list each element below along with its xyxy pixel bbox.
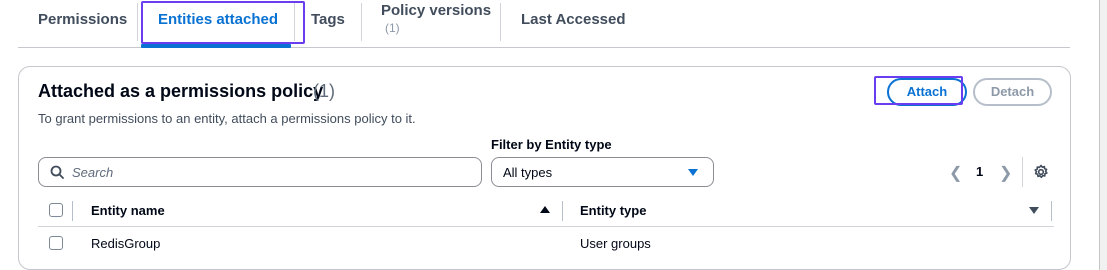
- search-icon: [50, 165, 64, 179]
- chevron-left-icon[interactable]: ❮: [949, 163, 962, 183]
- entity-name-cell: RedisGroup: [91, 236, 161, 251]
- card-count: (1): [313, 81, 335, 101]
- search-placeholder: Search: [72, 165, 114, 180]
- sort-ascending-icon[interactable]: [540, 206, 550, 213]
- column-header-entity-name[interactable]: Entity name: [91, 203, 165, 218]
- tab-permissions-label: Permissions: [38, 11, 128, 28]
- tab-policy-versions[interactable]: Policy versions (1): [363, 0, 499, 47]
- tab-divider: [137, 3, 138, 41]
- entity-type-cell: User groups: [580, 236, 651, 251]
- row-checkbox[interactable]: [49, 236, 63, 250]
- search-input[interactable]: Search: [38, 157, 482, 187]
- column-divider: [72, 201, 73, 221]
- tab-last-accessed[interactable]: Last Accessed: [503, 0, 626, 47]
- active-tab-indicator: [141, 44, 291, 48]
- scrollbar[interactable]: [1099, 0, 1107, 270]
- tab-last-accessed-label: Last Accessed: [521, 11, 626, 28]
- tab-divider: [361, 3, 362, 41]
- filter-entity-type-label: Filter by Entity type: [491, 137, 612, 152]
- highlight-box: [874, 76, 963, 105]
- tab-policy-versions-label: Policy versions: [381, 2, 492, 19]
- select-all-checkbox[interactable]: [49, 203, 63, 217]
- table-header: Entity name Entity type: [38, 195, 1054, 227]
- caret-down-icon: [688, 169, 698, 176]
- pager-divider: [1022, 157, 1023, 187]
- table-row[interactable]: RedisGroup User groups: [38, 227, 1054, 261]
- tab-divider: [500, 3, 501, 41]
- chevron-right-icon[interactable]: ❯: [999, 163, 1012, 183]
- highlight-box: [141, 1, 305, 44]
- card-title: Attached as a permissions policy: [38, 81, 324, 101]
- sort-descending-icon[interactable]: [1029, 207, 1039, 214]
- page-number[interactable]: 1: [976, 164, 983, 179]
- gear-icon[interactable]: [1033, 164, 1049, 180]
- card-description: To grant permissions to an entity, attac…: [38, 111, 416, 126]
- column-divider: [562, 201, 563, 221]
- tab-policy-versions-count: (1): [385, 21, 400, 35]
- column-divider: [1051, 201, 1052, 221]
- entity-type-value: All types: [503, 165, 553, 180]
- detach-button[interactable]: Detach: [973, 78, 1052, 106]
- column-header-entity-type[interactable]: Entity type: [580, 203, 646, 218]
- tab-permissions[interactable]: Permissions: [18, 0, 136, 47]
- entity-type-select[interactable]: All types: [491, 157, 714, 187]
- tab-tags-label: Tags: [311, 11, 345, 28]
